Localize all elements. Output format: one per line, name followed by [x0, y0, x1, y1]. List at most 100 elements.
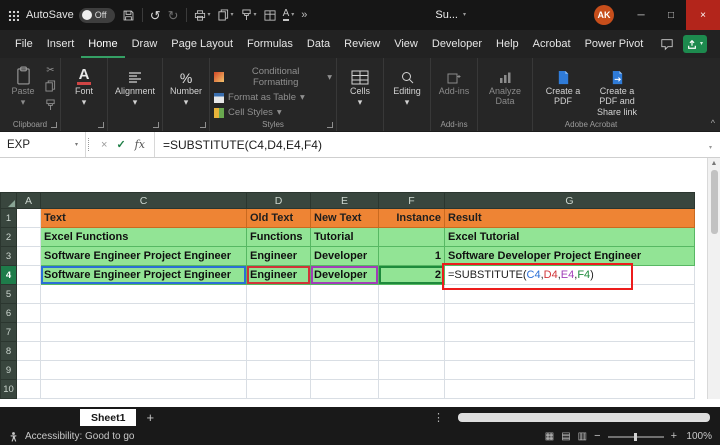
cell-C4[interactable]: Software Engineer Project Engineer	[41, 266, 247, 285]
menu-tab-review[interactable]: Review	[337, 30, 387, 58]
cell-D8[interactable]	[247, 342, 311, 361]
font-color-button[interactable]: A ▾	[283, 9, 295, 21]
cell-F5[interactable]	[379, 285, 445, 304]
dialog-launcher-icon[interactable]	[200, 122, 206, 128]
menu-tab-draw[interactable]: Draw	[125, 30, 165, 58]
number-menu-button[interactable]: % Number ▾	[167, 63, 205, 108]
cell-C7[interactable]	[41, 323, 247, 342]
enter-button[interactable]: ✓	[116, 138, 125, 151]
cell-A1[interactable]	[17, 209, 41, 228]
format-painter-button[interactable]: ▾	[241, 9, 257, 21]
addins-button[interactable]: Add-ins	[435, 63, 473, 96]
copy-button[interactable]: ▾	[218, 9, 234, 21]
menu-tab-home[interactable]: Home	[81, 30, 124, 58]
dialog-launcher-icon[interactable]	[98, 122, 104, 128]
row-header-10[interactable]: 10	[1, 380, 17, 399]
zoom-level[interactable]: 100%	[684, 431, 712, 442]
menu-tab-file[interactable]: File	[8, 30, 40, 58]
vertical-scrollbar-thumb[interactable]	[711, 170, 718, 234]
row-header-8[interactable]: 8	[1, 342, 17, 361]
zoom-slider-knob[interactable]	[634, 433, 637, 441]
quick-access-overflow-button[interactable]: »	[301, 9, 307, 21]
minimize-button[interactable]: ─	[626, 0, 656, 30]
format-painter-button[interactable]	[45, 99, 56, 114]
formula-input[interactable]: =SUBSTITUTE(C4,D4,E4,F4)	[155, 138, 322, 152]
cell-A9[interactable]	[17, 361, 41, 380]
document-title[interactable]: Su... ▾	[435, 9, 466, 21]
horizontal-scrollbar[interactable]	[458, 413, 710, 422]
cell-A6[interactable]	[17, 304, 41, 323]
cell-E4[interactable]: Developer	[311, 266, 379, 285]
dialog-launcher-icon[interactable]	[153, 122, 159, 128]
cell-F10[interactable]	[379, 380, 445, 399]
column-header-D[interactable]: D	[247, 193, 311, 209]
cell-G7[interactable]	[445, 323, 695, 342]
vertical-scrollbar[interactable]: ▲	[707, 158, 720, 399]
cell-G5[interactable]	[445, 285, 695, 304]
add-sheet-button[interactable]: +	[146, 410, 154, 425]
copy-button[interactable]	[45, 80, 56, 95]
cell-G8[interactable]	[445, 342, 695, 361]
cell-E6[interactable]	[311, 304, 379, 323]
row-header-7[interactable]: 7	[1, 323, 17, 342]
row-header-5[interactable]: 5	[1, 285, 17, 304]
cell-A7[interactable]	[17, 323, 41, 342]
page-layout-view-button[interactable]: ▤	[561, 432, 570, 442]
cell-A8[interactable]	[17, 342, 41, 361]
menu-tab-insert[interactable]: Insert	[40, 30, 82, 58]
collapse-ribbon-button[interactable]: ^	[711, 118, 715, 128]
cell-G10[interactable]	[445, 380, 695, 399]
cell-A3[interactable]	[17, 247, 41, 266]
close-button[interactable]: ×	[686, 0, 720, 30]
cell-E5[interactable]	[311, 285, 379, 304]
cell-C6[interactable]	[41, 304, 247, 323]
row-header-1[interactable]: 1	[1, 209, 17, 228]
cells-menu-button[interactable]: Cells ▾	[341, 63, 379, 108]
menu-tab-formulas[interactable]: Formulas	[240, 30, 300, 58]
cell-G9[interactable]	[445, 361, 695, 380]
comments-button[interactable]	[660, 38, 674, 51]
row-header-2[interactable]: 2	[1, 228, 17, 247]
create-pdf-button[interactable]: Create a PDF	[537, 63, 589, 107]
column-header-A[interactable]: A	[17, 193, 41, 209]
cell-F8[interactable]	[379, 342, 445, 361]
cell-F1[interactable]: Instance	[379, 209, 445, 228]
cell-A2[interactable]	[17, 228, 41, 247]
menu-tab-help[interactable]: Help	[489, 30, 526, 58]
editing-menu-button[interactable]: Editing ▾	[388, 63, 426, 108]
expand-formula-bar-button[interactable]: ▾	[709, 137, 720, 152]
menu-tab-power-pivot[interactable]: Power Pivot	[578, 30, 651, 58]
cell-E3[interactable]: Developer	[311, 247, 379, 266]
cell-F7[interactable]	[379, 323, 445, 342]
cell-F3[interactable]: 1	[379, 247, 445, 266]
cell-F6[interactable]	[379, 304, 445, 323]
cell-E8[interactable]	[311, 342, 379, 361]
cell-E7[interactable]	[311, 323, 379, 342]
cell-D10[interactable]	[247, 380, 311, 399]
cell-E1[interactable]: New Text	[311, 209, 379, 228]
cell-D7[interactable]	[247, 323, 311, 342]
alignment-menu-button[interactable]: Alignment ▾	[112, 63, 158, 108]
page-break-view-button[interactable]: ▥	[578, 432, 587, 442]
cell-C8[interactable]	[41, 342, 247, 361]
cell-F2[interactable]	[379, 228, 445, 247]
zoom-in-button[interactable]: +	[671, 431, 677, 442]
cell-C1[interactable]: Text	[41, 209, 247, 228]
cell-D2[interactable]: Functions	[247, 228, 311, 247]
row-header-4[interactable]: 4	[1, 266, 17, 285]
cell-C3[interactable]: Software Engineer Project Engineer	[41, 247, 247, 266]
cell-C5[interactable]	[41, 285, 247, 304]
column-header-E[interactable]: E	[311, 193, 379, 209]
menu-tab-acrobat[interactable]: Acrobat	[526, 30, 578, 58]
name-box[interactable]: EXP ▾	[0, 132, 86, 157]
cut-button[interactable]: ✂	[45, 66, 56, 76]
column-header-G[interactable]: G	[445, 193, 695, 209]
cell-A10[interactable]	[17, 380, 41, 399]
save-button[interactable]	[122, 9, 135, 22]
app-launcher-icon[interactable]	[8, 10, 19, 21]
row-header-6[interactable]: 6	[1, 304, 17, 323]
cell-F4[interactable]: 2	[379, 266, 445, 285]
zoom-slider[interactable]	[608, 436, 664, 438]
cell-A4[interactable]	[17, 266, 41, 285]
row-header-3[interactable]: 3	[1, 247, 17, 266]
